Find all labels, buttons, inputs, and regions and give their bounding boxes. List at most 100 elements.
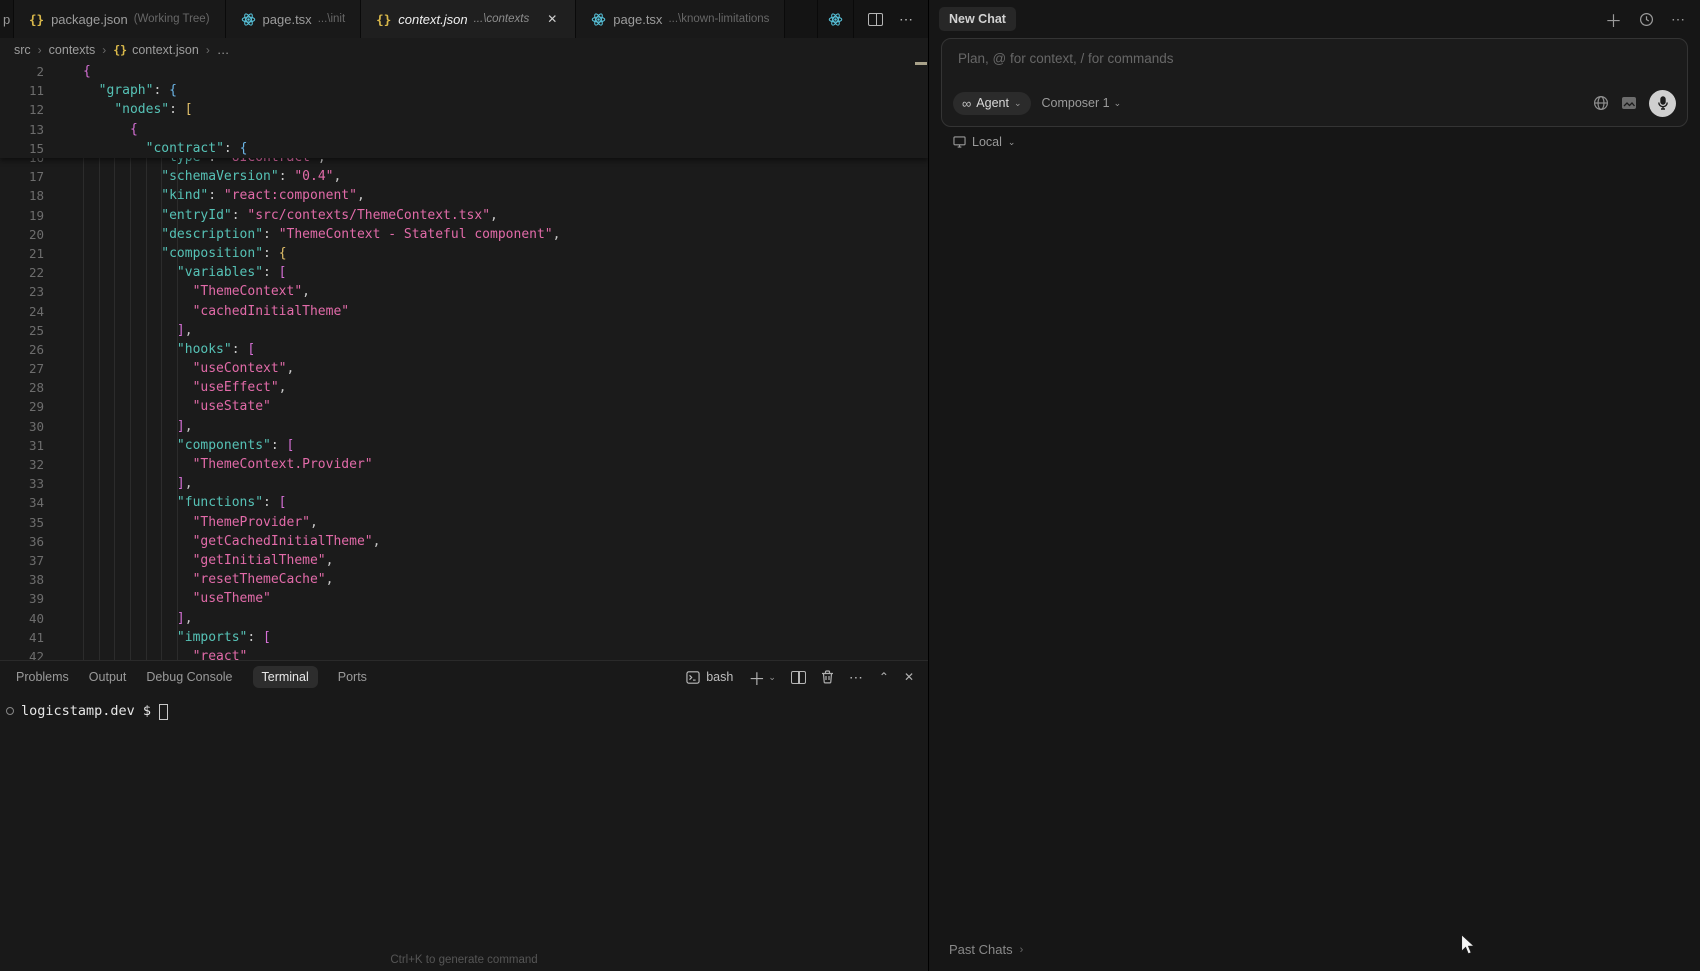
chat-input-card[interactable]: Plan, @ for context, / for commands ∞ Ag… xyxy=(941,38,1688,127)
code-lines: 16 "type": "UIContract",17 "schemaVersio… xyxy=(0,148,928,660)
breadcrumb-label: src xyxy=(14,43,31,57)
editor-actions: ⋯ xyxy=(854,0,928,38)
partial-tab-left[interactable]: p xyxy=(0,0,14,38)
chevron-right-icon: › xyxy=(102,43,106,57)
microphone-button[interactable] xyxy=(1649,90,1676,117)
terminal-prompt-line[interactable]: logicstamp.dev $ xyxy=(0,703,928,719)
code-line: 31 "components": [ xyxy=(0,436,928,455)
breadcrumb: src›contexts›{}context.json›… xyxy=(0,38,928,62)
code-text: "getInitialTheme", xyxy=(50,551,333,570)
editor-tab-page-tsx[interactable]: page.tsx...\init xyxy=(226,0,362,38)
partial-tab-right[interactable] xyxy=(817,0,854,38)
breadcrumb-item-context-json[interactable]: {}context.json xyxy=(113,43,199,57)
code-text: "useTheme" xyxy=(50,589,271,608)
breadcrumb-label: … xyxy=(217,43,230,57)
mode-selector[interactable]: ∞ Agent ⌄ xyxy=(953,92,1031,115)
code-line: 12 "nodes": [ xyxy=(0,100,928,119)
code-line: 24 "cachedInitialTheme" xyxy=(0,302,928,321)
editor-tab-page-tsx[interactable]: page.tsx...\known-limitations xyxy=(576,0,785,38)
environment-selector[interactable]: Local ⌄ xyxy=(953,135,1015,149)
line-number: 37 xyxy=(0,551,50,570)
code-text: "getCachedInitialTheme", xyxy=(50,532,380,551)
code-text: ], xyxy=(50,417,193,436)
more-actions-icon[interactable]: ⋯ xyxy=(899,11,914,28)
code-line: 17 "schemaVersion": "0.4", xyxy=(0,167,928,186)
code-text: "variables": [ xyxy=(50,263,287,282)
code-line: 21 "composition": { xyxy=(0,244,928,263)
trash-icon[interactable] xyxy=(821,670,834,684)
breadcrumb-item-src[interactable]: src xyxy=(14,43,31,57)
chat-panel: New Chat ＋ ⋯ Plan, @ for context, / for … xyxy=(928,0,1700,971)
environment-label: Local xyxy=(972,135,1002,149)
tab-description: ...\init xyxy=(318,13,345,25)
infinity-icon: ∞ xyxy=(962,96,971,111)
breadcrumb-item--[interactable]: … xyxy=(217,43,230,57)
react-icon xyxy=(241,12,256,27)
history-clock-icon[interactable] xyxy=(1639,12,1654,27)
code-line: 32 "ThemeContext.Provider" xyxy=(0,455,928,474)
tab-description: (Working Tree) xyxy=(134,13,210,25)
line-number: 34 xyxy=(0,493,50,512)
code-text: "components": [ xyxy=(50,436,294,455)
command-decoration-icon xyxy=(6,707,14,715)
breadcrumb-label: contexts xyxy=(49,43,96,57)
code-line: 19 "entryId": "src/contexts/ThemeContext… xyxy=(0,206,928,225)
panel-more-icon[interactable]: ⋯ xyxy=(849,669,864,686)
code-line: 30 ], xyxy=(0,417,928,436)
code-line: 13 { xyxy=(0,120,928,139)
line-number: 26 xyxy=(0,340,50,359)
line-number: 20 xyxy=(0,225,50,244)
terminal-hint: Ctrl+K to generate command xyxy=(0,954,928,966)
new-chat-tab[interactable]: New Chat xyxy=(939,7,1016,31)
panel-tab-problems[interactable]: Problems xyxy=(16,670,69,684)
line-number: 25 xyxy=(0,321,50,340)
line-number: 15 xyxy=(0,139,50,158)
line-number: 11 xyxy=(0,81,50,100)
panel-tab-terminal[interactable]: Terminal xyxy=(253,666,318,688)
chat-more-icon[interactable]: ⋯ xyxy=(1671,11,1686,28)
code-text: "graph": { xyxy=(50,81,177,100)
code-line: 36 "getCachedInitialTheme", xyxy=(0,532,928,551)
chevron-down-icon: ⌄ xyxy=(768,672,776,683)
split-terminal-icon[interactable] xyxy=(791,671,806,684)
code-line: 25 ], xyxy=(0,321,928,340)
past-chats-link[interactable]: Past Chats › xyxy=(949,942,1023,957)
line-number: 21 xyxy=(0,244,50,263)
add-chat-icon[interactable]: ＋ xyxy=(1605,7,1622,32)
code-text: "useEffect", xyxy=(50,378,287,397)
json-braces-icon: {} xyxy=(29,12,44,27)
globe-icon[interactable] xyxy=(1593,95,1609,111)
line-number: 27 xyxy=(0,359,50,378)
panel-tab-ports[interactable]: Ports xyxy=(338,670,367,684)
shell-selector[interactable]: bash xyxy=(686,670,733,684)
shell-label: bash xyxy=(706,670,733,684)
new-terminal-button[interactable]: ＋ ⌄ xyxy=(748,665,776,690)
panel-maximize-icon[interactable]: ⌃ xyxy=(879,670,889,684)
line-number: 2 xyxy=(0,62,50,81)
split-editor-icon[interactable] xyxy=(868,13,883,26)
breadcrumb-item-contexts[interactable]: contexts xyxy=(49,43,96,57)
line-number: 36 xyxy=(0,532,50,551)
panel-tab-debug-console[interactable]: Debug Console xyxy=(146,670,232,684)
composer-selector[interactable]: Composer 1 ⌄ xyxy=(1042,96,1122,110)
editor-tab-package-json[interactable]: {}package.json(Working Tree) xyxy=(14,0,226,38)
mode-label: Agent xyxy=(976,96,1009,110)
mouse-cursor xyxy=(1460,933,1477,956)
panel-close-icon[interactable]: ✕ xyxy=(904,670,914,684)
image-icon[interactable] xyxy=(1621,96,1637,110)
line-number: 41 xyxy=(0,628,50,647)
code-line: 35 "ThemeProvider", xyxy=(0,513,928,532)
line-number: 12 xyxy=(0,100,50,119)
line-number: 39 xyxy=(0,589,50,608)
editor-tab-bar: p {}package.json(Working Tree)page.tsx..… xyxy=(0,0,928,38)
tab-label: context.json xyxy=(398,12,467,27)
tab-description: ...\known-limitations xyxy=(668,13,769,25)
code-line: 11 "graph": { xyxy=(0,81,928,100)
line-number: 17 xyxy=(0,167,50,186)
editor-tab-context-json[interactable]: {}context.json...\contexts✕ xyxy=(361,0,576,38)
panel-tab-output[interactable]: Output xyxy=(89,670,127,684)
line-number: 13 xyxy=(0,120,50,139)
code-editor[interactable]: 16 "type": "UIContract",17 "schemaVersio… xyxy=(0,62,928,660)
sticky-scroll[interactable]: 2{11 "graph": {12 "nodes": [13 {15 "cont… xyxy=(0,62,928,158)
close-tab-icon[interactable]: ✕ xyxy=(544,11,560,27)
